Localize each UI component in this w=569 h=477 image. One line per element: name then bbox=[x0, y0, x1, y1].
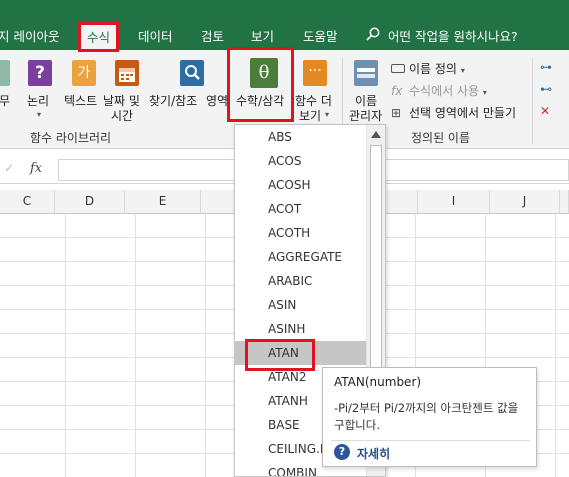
name-manager-icon[interactable] bbox=[354, 60, 378, 86]
tell-me-search[interactable]: 어떤 작업을 원하시나요? bbox=[388, 26, 518, 45]
trace-precedents-icon[interactable]: ⊶ bbox=[540, 60, 552, 74]
column-header-e[interactable]: E bbox=[125, 190, 201, 214]
tab-review[interactable]: 검토 bbox=[201, 26, 224, 45]
column-header-c[interactable]: C bbox=[0, 190, 55, 214]
name-manager-button-line2[interactable]: 관리자 bbox=[349, 109, 382, 124]
confirm-icon[interactable]: ✓ bbox=[4, 161, 14, 175]
tab-page-layout[interactable]: 지 레이아웃 bbox=[0, 26, 59, 45]
lookup-button[interactable]: 찾기/참조 bbox=[149, 94, 197, 109]
function-item-acot[interactable]: ACOT bbox=[235, 197, 366, 221]
define-name-button[interactable]: 이름 정의 ▾ bbox=[391, 60, 465, 77]
math-trig-icon[interactable]: θ bbox=[250, 58, 278, 88]
create-from-selection-button[interactable]: ⊞ 선택 영역에서 만들기 bbox=[391, 104, 516, 121]
use-in-formula-button[interactable]: fx 수식에서 사용 ▾ bbox=[391, 82, 487, 99]
selection-icon: ⊞ bbox=[391, 106, 402, 120]
function-item-atan[interactable]: ATAN bbox=[235, 341, 366, 365]
financial-button[interactable]: 무 bbox=[0, 94, 10, 109]
remove-arrows-icon[interactable]: ✕ bbox=[540, 104, 550, 118]
tab-view[interactable]: 보기 bbox=[251, 26, 274, 45]
more-functions-button-line1[interactable]: 함수 더 bbox=[295, 94, 332, 109]
text-icon[interactable]: 가 bbox=[72, 60, 96, 86]
function-item-arabic[interactable]: ARABIC bbox=[235, 269, 366, 293]
group-label-defined-names: 정의된 이름 bbox=[411, 131, 471, 145]
column-header-j[interactable]: J bbox=[490, 190, 560, 214]
name-manager-button-line1[interactable]: 이름 bbox=[355, 94, 377, 109]
column-header-k[interactable] bbox=[560, 190, 569, 214]
use-in-formula-caret: ▾ bbox=[482, 88, 487, 97]
text-button[interactable]: 텍스트 bbox=[64, 94, 97, 109]
function-item-acos[interactable]: ACOS bbox=[235, 149, 366, 173]
search-icon[interactable] bbox=[366, 27, 380, 41]
more-functions-caret[interactable]: ▾ bbox=[325, 110, 329, 119]
ribbon-tab-bar: 지 레이아웃 수식 데이터 검토 보기 도움말 어떤 작업을 원하시나요? bbox=[0, 0, 569, 50]
function-item-abs[interactable]: ABS bbox=[235, 125, 366, 149]
dropdown-scroll-thumb[interactable] bbox=[370, 145, 382, 377]
tooltip-title: ATAN(number) bbox=[334, 375, 422, 389]
tooltip-description: -Pi/2부터 Pi/2까지의 아크탄젠트 값을 구합니다. bbox=[334, 401, 519, 432]
define-name-label: 이름 정의 bbox=[409, 62, 457, 76]
function-item-acoth[interactable]: ACOTH bbox=[235, 221, 366, 245]
scroll-up-arrow-icon[interactable] bbox=[371, 131, 381, 138]
logical-caret[interactable]: ▾ bbox=[37, 110, 41, 119]
more-functions-icon[interactable]: ··· bbox=[303, 60, 327, 86]
formula-icon: fx bbox=[391, 84, 403, 98]
lookup-partial-label[interactable]: 영역 bbox=[206, 94, 228, 109]
math-trig-button[interactable]: 수학/삼각 bbox=[236, 94, 284, 109]
logical-icon[interactable]: ? bbox=[28, 60, 52, 86]
function-item-acosh[interactable]: ACOSH bbox=[235, 173, 366, 197]
tag-icon bbox=[391, 64, 405, 73]
help-icon[interactable]: ? bbox=[334, 444, 350, 460]
financial-icon[interactable] bbox=[0, 60, 10, 86]
define-name-caret: ▾ bbox=[460, 66, 465, 75]
ribbon-separator-2 bbox=[532, 58, 533, 144]
function-tooltip: ATAN(number) -Pi/2부터 Pi/2까지의 아크탄젠트 값을 구합… bbox=[322, 367, 537, 467]
logical-button[interactable]: 논리 bbox=[27, 94, 49, 109]
lookup-icon[interactable] bbox=[180, 60, 204, 86]
tab-formulas[interactable]: 수식 bbox=[80, 24, 117, 50]
column-header-i[interactable]: I bbox=[418, 190, 490, 214]
create-from-selection-label: 선택 영역에서 만들기 bbox=[409, 106, 516, 120]
tab-data[interactable]: 데이터 bbox=[138, 26, 173, 45]
tab-help[interactable]: 도움말 bbox=[303, 26, 338, 45]
function-item-asinh[interactable]: ASINH bbox=[235, 317, 366, 341]
column-header-d[interactable]: D bbox=[55, 190, 125, 214]
function-item-asin[interactable]: ASIN bbox=[235, 293, 366, 317]
datetime-button-line2[interactable]: 시간 bbox=[111, 109, 133, 124]
group-label-function-library: 함수 라이브러리 bbox=[30, 131, 112, 145]
calendar-icon[interactable] bbox=[115, 60, 139, 86]
more-functions-button-line2[interactable]: 보기 bbox=[299, 109, 321, 124]
function-item-aggregate[interactable]: AGGREGATE bbox=[235, 245, 366, 269]
tooltip-divider bbox=[331, 440, 530, 441]
use-in-formula-label: 수식에서 사용 bbox=[409, 84, 480, 98]
tooltip-more-link[interactable]: 자세히 bbox=[357, 445, 390, 462]
datetime-button-line1[interactable]: 날짜 및 bbox=[103, 94, 140, 109]
insert-function-button[interactable]: fx bbox=[30, 161, 42, 176]
trace-dependents-icon[interactable]: ⊷ bbox=[540, 82, 552, 96]
